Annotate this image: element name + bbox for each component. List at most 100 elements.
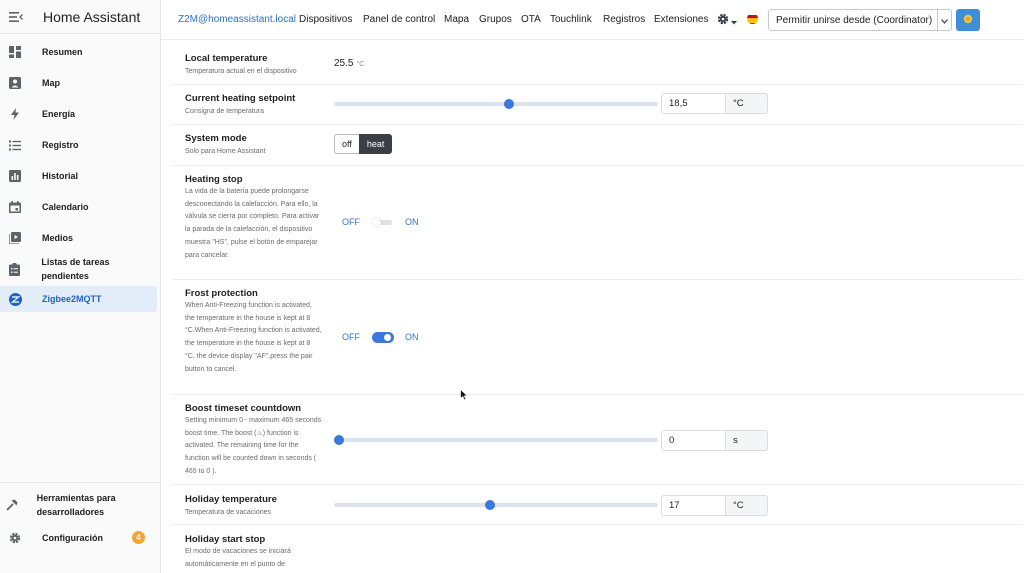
system-mode-heat-button[interactable]: heat <box>358 134 393 154</box>
holiday-temperature-input[interactable]: 17 <box>661 495 725 516</box>
gear-icon <box>1 532 29 544</box>
setting-description: When Anti-Freezing function is activated… <box>185 302 322 373</box>
slider-track <box>334 503 658 507</box>
sidebar-item-label: Energía <box>42 109 76 119</box>
sidebar-divider <box>0 482 160 483</box>
frost-protection-toggle: OFF ON <box>342 330 419 344</box>
gear-icon <box>717 12 729 30</box>
slider-thumb[interactable] <box>484 500 495 510</box>
settings-menu[interactable] <box>717 12 737 30</box>
sidebar-item-label: Zigbee2MQTT <box>42 294 102 304</box>
hammer-icon <box>1 499 24 511</box>
mouse-cursor-icon <box>460 388 469 406</box>
chevron-down-icon <box>941 11 948 29</box>
setting-label: System mode <box>185 133 247 144</box>
sidebar-item-label: Registro <box>42 140 79 150</box>
nav-panel-de-control[interactable]: Panel de control <box>363 14 435 25</box>
boost-timeset-unit: s <box>725 430 768 451</box>
frost-protection-switch[interactable] <box>372 331 394 343</box>
toggle-on-label: ON <box>405 332 419 342</box>
nav-ota[interactable]: OTA <box>521 14 541 25</box>
sidebar-item-historial[interactable]: Historial <box>0 163 157 189</box>
setting-description: Temperatura de vacaciones <box>185 509 271 516</box>
boost-timeset-input[interactable]: 0 <box>661 430 725 451</box>
device-settings-panel: Local temperature Temperatura actual en … <box>172 40 1024 573</box>
boost-timeset-slider[interactable] <box>334 434 658 446</box>
sidebar-header: Home Assistant <box>0 0 160 34</box>
setting-row-holiday-temperature: Holiday temperature Temperatura de vacac… <box>172 485 1022 525</box>
heating-stop-switch[interactable] <box>372 217 394 228</box>
holiday-temperature-slider[interactable] <box>334 499 658 511</box>
sidebar-item-registro[interactable]: Registro <box>0 132 157 158</box>
switch-knob <box>384 333 391 341</box>
sidebar-item-map[interactable]: Map <box>0 70 157 96</box>
nav-grupos[interactable]: Grupos <box>479 14 512 25</box>
toggle-off-label: OFF <box>342 332 360 342</box>
sidebar-item-resumen[interactable]: Resumen <box>0 39 157 65</box>
system-mode-off-button[interactable]: off <box>334 134 359 154</box>
setting-description: Setting minimum 0 - maximum 465 seconds … <box>185 417 322 475</box>
sidebar-item-zigbee2mqtt[interactable]: Zigbee2MQTT <box>0 286 157 312</box>
spain-flag-icon[interactable] <box>747 13 758 24</box>
setting-row-heating-setpoint: Current heating setpoint Consigna de tem… <box>172 85 1022 125</box>
setting-row-local-temperature: Local temperature Temperatura actual en … <box>172 40 1022 85</box>
setting-label: Holiday temperature <box>185 494 277 505</box>
sidebar-item-label: Herramientas para desarrolladores <box>36 493 116 517</box>
setting-description: Consigna de temperatura <box>185 108 264 115</box>
slider-thumb[interactable] <box>503 99 514 109</box>
setting-row-boost-timeset: Boost timeset countdown Setting minimum … <box>172 395 1022 485</box>
temperature-reading: 25.5 <box>334 58 354 69</box>
app-title: Home Assistant <box>43 8 141 25</box>
setting-row-holiday-start-stop: Holiday start stop El modo de vacaciones… <box>172 525 1022 573</box>
setting-description: Temperatura actual en el dispositivo <box>185 68 297 75</box>
setting-label: Boost timeset countdown <box>185 403 302 414</box>
nav-touchlink[interactable]: Touchlink <box>550 14 592 25</box>
nav-extensiones[interactable]: Extensiones <box>654 14 708 25</box>
nav-registros[interactable]: Registros <box>603 14 645 25</box>
setting-label: Holiday start stop <box>185 534 266 545</box>
heating-setpoint-slider[interactable] <box>334 98 658 110</box>
system-mode-selector: off heat <box>334 134 393 154</box>
sidebar-item-label: Map <box>42 78 60 88</box>
local-temperature-value: 25.5 °C <box>334 58 364 69</box>
top-navbar: Z2M@homeassistant.local Dispositivos Pan… <box>161 0 1024 40</box>
sidebar-item-label: Listas de tareas pendientes <box>41 257 110 281</box>
map-icon <box>1 77 29 89</box>
menu-collapse-icon[interactable] <box>2 0 30 34</box>
nav-dispositivos[interactable]: Dispositivos <box>299 14 352 25</box>
setting-label: Current heating setpoint <box>185 93 296 104</box>
play-box-icon <box>1 232 29 244</box>
setting-description: El modo de vacaciones se iniciará automá… <box>185 548 291 568</box>
setting-row-heating-stop: Heating stop La vida de la batería puede… <box>172 166 1022 280</box>
setting-description: La vida de la batería puede prolongarse … <box>185 188 320 259</box>
sidebar-item-calendario[interactable]: Calendario <box>0 194 157 220</box>
slider-track <box>334 102 658 106</box>
lightning-bolt-icon <box>1 108 29 120</box>
permit-join-label: Permitir unirse desde (Coordinator) <box>776 14 933 26</box>
setting-label: Frost protection <box>185 288 258 299</box>
permit-join-dropdown[interactable] <box>937 10 951 30</box>
theme-toggle-button[interactable] <box>956 9 980 31</box>
chevron-down-icon <box>731 12 737 30</box>
sidebar-item-medios[interactable]: Medios <box>0 225 157 251</box>
heating-setpoint-input[interactable]: 18,5 <box>661 93 725 114</box>
sidebar-item-listas[interactable]: Listas de tareas pendientes <box>0 256 157 282</box>
heating-setpoint-unit: °C <box>725 93 768 114</box>
temperature-unit: °C <box>356 61 365 68</box>
sidebar-item-configuracion[interactable]: Configuración 4 <box>0 525 157 551</box>
chart-bar-icon <box>1 170 29 182</box>
nav-mapa[interactable]: Mapa <box>444 14 469 25</box>
sidebar: Home Assistant Resumen Map Energía Regis… <box>0 0 161 573</box>
notification-badge: 4 <box>132 531 145 544</box>
zigbee-icon <box>1 292 29 306</box>
permit-join-button[interactable]: Permitir unirse desde (Coordinator) <box>768 9 952 31</box>
clipboard-list-icon <box>1 262 28 276</box>
sidebar-item-herramientas[interactable]: Herramientas para desarrolladores <box>0 490 157 520</box>
host-link[interactable]: Z2M@homeassistant.local <box>178 14 296 25</box>
setting-description: Solo para Home Assistant <box>185 148 266 155</box>
sidebar-item-energia[interactable]: Energía <box>0 101 157 127</box>
slider-thumb[interactable] <box>334 435 344 445</box>
switch-knob <box>372 217 381 227</box>
sidebar-item-label: Medios <box>42 233 74 243</box>
slider-track <box>334 438 658 442</box>
